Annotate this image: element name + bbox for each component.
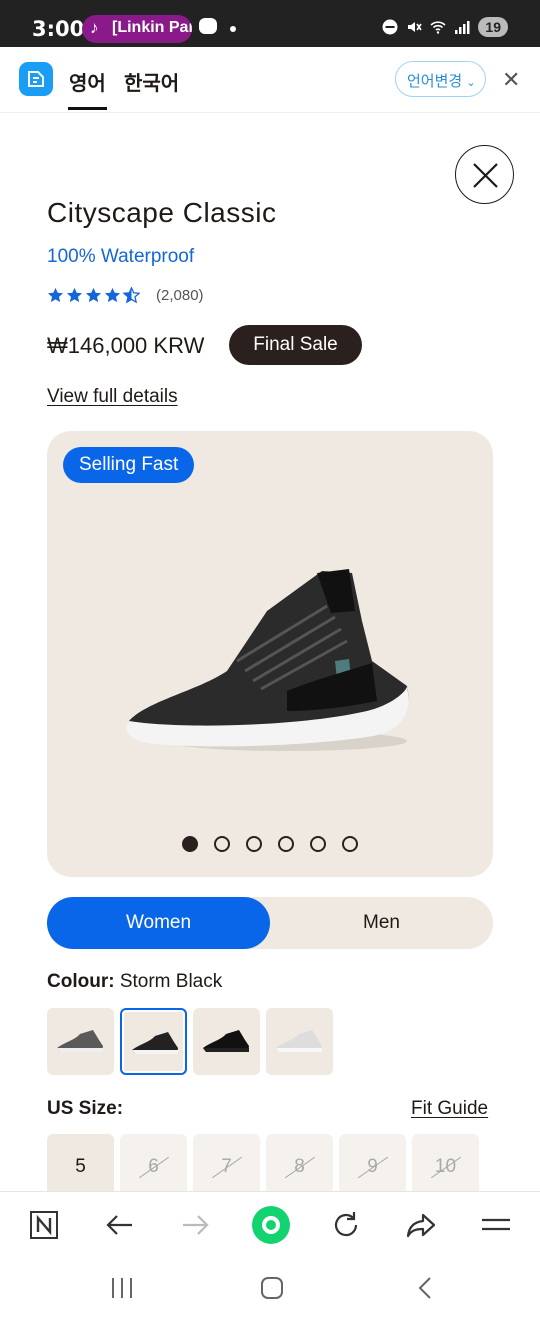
chat-bubble-icon [199,18,217,34]
green-dot-button[interactable] [252,1206,290,1244]
clock: 3:00 [32,17,85,41]
hamburger-menu-icon [482,1218,510,1231]
size-options: 5 6 7 8 9 10 [47,1134,479,1191]
half-star-icon [123,287,140,304]
system-navigation-bar [0,1257,540,1320]
gallery-dot[interactable] [310,836,326,852]
language-change-button[interactable]: 언어변경 ⌄ [395,61,486,97]
wifi-icon [430,21,446,34]
product-feature: 100% Waterproof [47,246,195,267]
close-icon [473,163,498,188]
size-option[interactable]: 8 [266,1134,333,1191]
fit-guide-link[interactable]: Fit Guide [411,1098,488,1120]
battery-indicator: 19 [478,17,508,37]
notification-dot-icon [230,26,236,32]
gallery-dot[interactable] [342,836,358,852]
gallery-pagination [47,836,493,852]
star-icon [66,287,83,303]
colour-swatch-black[interactable] [193,1008,260,1075]
naver-icon [30,1211,58,1239]
star-icon [85,287,102,303]
size-heading: US Size: [47,1098,124,1119]
close-quick-view-button[interactable] [455,145,514,204]
colour-swatches [47,1008,333,1075]
share-button[interactable] [403,1207,439,1243]
reload-icon [334,1212,358,1237]
colour-value: Storm Black [119,971,223,992]
star-icon [104,287,121,303]
tab-english[interactable]: 영어 [68,67,107,110]
price: ₩146,000 KRW [47,333,205,358]
review-count: (2,080) [156,287,204,304]
language-change-label: 언어변경 [407,73,463,90]
arrow-right-icon [183,1215,209,1235]
share-icon [406,1213,436,1238]
system-back-button[interactable] [412,1275,438,1306]
home-icon [261,1277,283,1299]
menu-button[interactable] [478,1207,514,1243]
size-option[interactable]: 9 [339,1134,406,1191]
gender-toggle: Women Men [47,897,493,949]
product-gallery[interactable]: Selling Fast [47,431,493,877]
translator-toolbar: 영어 한국어 언어변경 ⌄ ✕ [0,47,540,113]
translator-logo-icon [19,62,53,96]
star-icon [47,287,64,303]
chevron-left-icon [418,1277,431,1299]
rating[interactable]: (2,080) [47,287,204,304]
gallery-dot[interactable] [246,836,262,852]
product-quick-view: Cityscape Classic 100% Waterproof (2,080… [0,113,540,1191]
chevron-down-icon: ⌄ [466,77,476,89]
green-dot-icon [266,1220,276,1230]
gallery-dot[interactable] [214,836,230,852]
size-option[interactable]: 7 [193,1134,260,1191]
recent-apps-icon [112,1278,132,1298]
arrow-left-icon [106,1215,132,1235]
colour-swatch-grey[interactable] [47,1008,114,1075]
colour-label: Colour: [47,971,115,992]
home-button[interactable] [259,1275,285,1306]
media-title: [Linkin Park [112,19,192,36]
mute-icon [408,22,423,32]
gallery-dot[interactable] [182,836,198,852]
selling-fast-badge: Selling Fast [63,447,195,483]
size-option[interactable]: 6 [120,1134,187,1191]
women-button[interactable]: Women [47,897,270,949]
recent-apps-button[interactable] [108,1275,136,1306]
colour-heading: Colour: Storm Black [47,971,222,993]
view-full-details-link[interactable]: View full details [47,386,178,408]
size-option[interactable]: 5 [47,1134,114,1191]
status-icons: 19 [382,17,508,37]
back-button[interactable] [102,1207,138,1243]
reload-button[interactable] [328,1207,364,1243]
forward-button[interactable] [177,1207,213,1243]
browser-toolbar [0,1191,540,1257]
gallery-dot[interactable] [278,836,294,852]
status-bar: 3:00 ♪ [Linkin Park 19 [0,0,540,47]
dnd-icon [382,19,398,35]
signal-icon [455,21,470,34]
men-button[interactable]: Men [270,897,493,949]
close-translator-icon[interactable]: ✕ [502,69,520,91]
colour-swatch-white[interactable] [266,1008,333,1075]
tab-korean[interactable]: 한국어 [124,67,179,96]
size-option[interactable]: 10 [412,1134,479,1191]
media-pill[interactable]: ♪ [Linkin Park [82,15,192,43]
product-title: Cityscape Classic [47,197,277,228]
final-sale-badge: Final Sale [229,325,362,365]
music-note-icon: ♪ [90,18,99,37]
colour-swatch-storm-black[interactable] [120,1008,187,1075]
naver-home-button[interactable] [26,1207,62,1243]
product-image [126,569,409,751]
